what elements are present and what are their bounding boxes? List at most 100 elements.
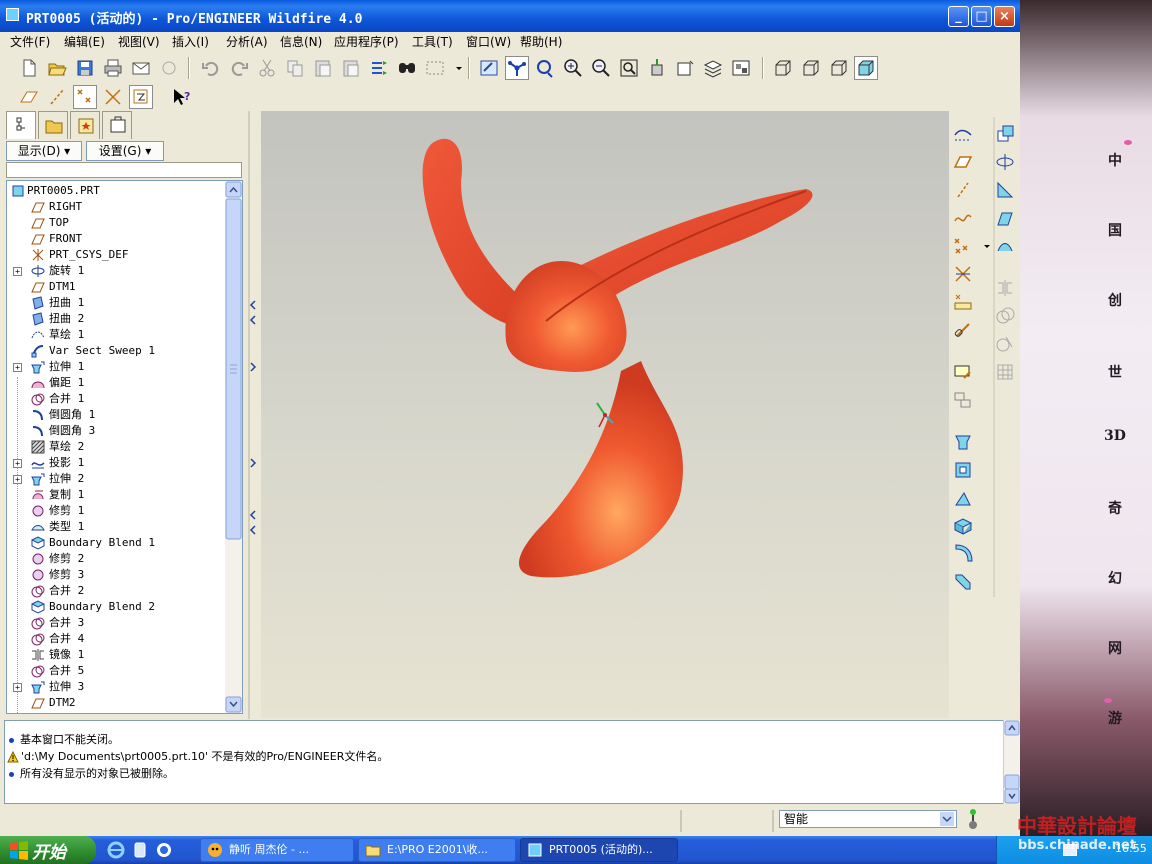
zoom-in-icon[interactable]: [562, 57, 584, 79]
pattern-tool-icon[interactable]: [994, 361, 1016, 383]
tree-item[interactable]: 修剪 1: [7, 503, 229, 519]
menu-edit[interactable]: 编辑(E): [64, 33, 105, 51]
print-icon[interactable]: [102, 57, 124, 79]
extrude-icon[interactable]: [952, 431, 974, 453]
tree-item[interactable]: RIGHT: [7, 199, 229, 215]
propeller-model[interactable]: [261, 111, 949, 718]
tree-item[interactable]: 合并 5: [7, 663, 229, 679]
refit-icon[interactable]: [618, 57, 640, 79]
tree-item[interactable]: Boundary Blend 1: [7, 535, 229, 551]
view-manager-icon[interactable]: [730, 57, 752, 79]
cut-icon[interactable]: [256, 57, 278, 79]
tree-item[interactable]: PRT_CSYS_DEF: [7, 247, 229, 263]
tree-item[interactable]: 合并 4: [7, 631, 229, 647]
repaint-icon[interactable]: [478, 57, 500, 79]
save-icon[interactable]: [74, 57, 96, 79]
tree-item[interactable]: 复制 1: [7, 487, 229, 503]
task-proe[interactable]: PRT0005 (活动的)...: [520, 838, 678, 862]
traffic-light-icon[interactable]: [964, 808, 982, 830]
wireframe-icon[interactable]: [772, 57, 794, 79]
send-mail-icon[interactable]: [130, 57, 152, 79]
settings-dropdown[interactable]: 设置(G) ▾: [86, 141, 164, 161]
tree-item[interactable]: 修剪 2: [7, 551, 229, 567]
tree-item[interactable]: Boundary Blend 2: [7, 599, 229, 615]
tree-item[interactable]: 偏距 1: [7, 375, 229, 391]
tree-item[interactable]: PRT0005.PRT: [7, 183, 229, 199]
csys-display-icon[interactable]: [102, 86, 124, 108]
menu-info[interactable]: 信息(N): [280, 33, 322, 51]
style-tool-icon[interactable]: [994, 235, 1016, 257]
tree-item[interactable]: 镜像 1: [7, 647, 229, 663]
tree-item[interactable]: DTM2: [7, 695, 229, 711]
tree-item[interactable]: DTM1: [7, 279, 229, 295]
browser-icon[interactable]: [154, 840, 174, 860]
tree-item[interactable]: + 拉伸 2: [7, 471, 229, 487]
chamfer-tool-icon[interactable]: [952, 571, 974, 593]
tree-item[interactable]: 倒圆角 1: [7, 407, 229, 423]
tab-favorites[interactable]: [70, 111, 100, 139]
open-file-icon[interactable]: [46, 57, 68, 79]
tree-item[interactable]: FRONT: [7, 231, 229, 247]
datum-plane-display-icon[interactable]: [18, 86, 40, 108]
expand-icon[interactable]: +: [13, 267, 22, 276]
find-icon[interactable]: [396, 57, 418, 79]
task-music-player[interactable]: 静听 周杰伦 - ...: [200, 838, 354, 862]
menu-file[interactable]: 文件(F): [10, 33, 50, 51]
no-hidden-icon[interactable]: [828, 57, 850, 79]
tree-item[interactable]: + 拉伸 3: [7, 679, 229, 695]
tree-item[interactable]: 合并 3: [7, 615, 229, 631]
media-icon[interactable]: [130, 840, 150, 860]
sketch-region-icon[interactable]: [952, 389, 974, 411]
reorient-icon[interactable]: [646, 57, 668, 79]
new-file-icon[interactable]: [18, 57, 40, 79]
paste-special-icon[interactable]: [340, 57, 362, 79]
orient-mode-icon[interactable]: [534, 57, 556, 79]
menu-insert[interactable]: 插入(I): [172, 33, 209, 51]
expand-icon[interactable]: +: [13, 363, 22, 372]
tree-item[interactable]: 草绘 2: [7, 439, 229, 455]
selection-dropdown-icon[interactable]: [448, 57, 462, 79]
datum-point-display-icon[interactable]: [73, 85, 97, 109]
send-link-icon[interactable]: [158, 57, 180, 79]
tree-item[interactable]: 修剪 3: [7, 567, 229, 583]
task-folder[interactable]: E:\PRO E2001\收...: [358, 838, 516, 862]
title-bar[interactable]: PRT0005 (活动的) - Pro/ENGINEER Wildfire 4.…: [0, 0, 1020, 32]
panel-splitter[interactable]: [246, 111, 260, 719]
graphics-viewport[interactable]: [261, 111, 949, 718]
tree-item[interactable]: TOP: [7, 215, 229, 231]
minimize-button[interactable]: _: [948, 6, 969, 27]
tree-item[interactable]: Var Sect Sweep 1: [7, 343, 229, 359]
spin-center-icon[interactable]: [505, 56, 529, 80]
blend-tool-icon[interactable]: [952, 515, 974, 537]
paste-icon[interactable]: [312, 57, 334, 79]
sketch-tool-icon[interactable]: [952, 361, 974, 383]
undo-icon[interactable]: [200, 57, 222, 79]
expand-icon[interactable]: +: [13, 475, 22, 484]
tab-folder-browser[interactable]: [38, 111, 68, 139]
menu-view[interactable]: 视图(V): [118, 33, 160, 51]
tree-item[interactable]: 扭曲 1: [7, 295, 229, 311]
tree-item[interactable]: + 投影 1: [7, 455, 229, 471]
rib-tool-icon[interactable]: [994, 179, 1016, 201]
datum-point-dropdown-icon[interactable]: [976, 235, 990, 257]
datum-curve-icon[interactable]: [952, 207, 974, 229]
csys-tool-icon[interactable]: [952, 263, 974, 285]
tab-connections[interactable]: [102, 111, 132, 139]
datum-axis-icon[interactable]: [952, 179, 974, 201]
menu-window[interactable]: 窗口(W): [466, 33, 511, 51]
datum-point-icon[interactable]: [952, 235, 974, 257]
menu-tools[interactable]: 工具(T): [412, 33, 453, 51]
chain-link-icon[interactable]: [952, 319, 974, 341]
tab-model-tree[interactable]: [6, 111, 36, 139]
maximize-button[interactable]: □: [971, 6, 992, 27]
selection-filter-dropdown[interactable]: 智能: [779, 810, 957, 828]
revolve-tool-icon[interactable]: [952, 459, 974, 481]
datum-axis-display-icon[interactable]: [46, 86, 68, 108]
menu-analysis[interactable]: 分析(A): [226, 33, 268, 51]
mirror-tool-icon[interactable]: [994, 277, 1016, 299]
zoom-out-icon[interactable]: [590, 57, 612, 79]
hidden-line-icon[interactable]: [800, 57, 822, 79]
hole-tool-icon[interactable]: [994, 123, 1016, 145]
datum-plane-icon[interactable]: [952, 151, 974, 173]
tree-item[interactable]: 倒圆角 3: [7, 423, 229, 439]
